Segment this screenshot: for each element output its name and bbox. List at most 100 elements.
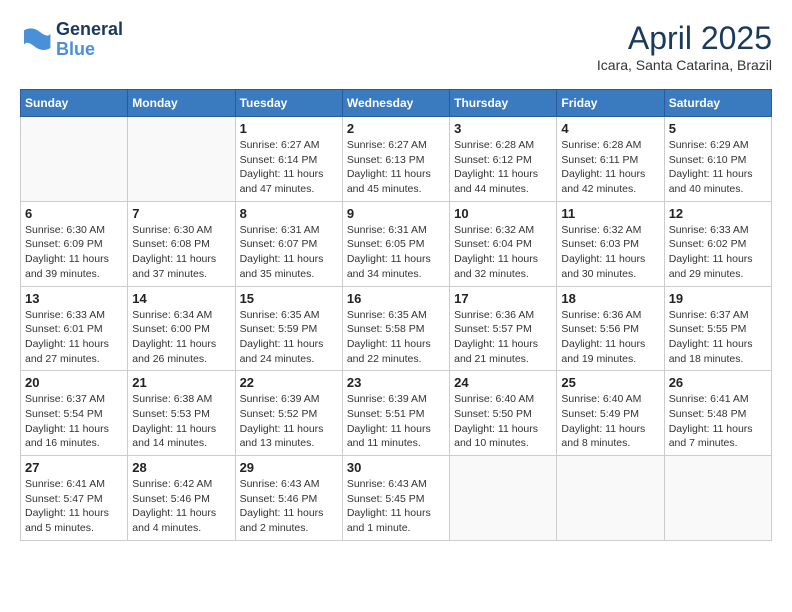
page-header: General Blue April 2025 Icara, Santa Cat… [20, 20, 772, 73]
day-info: Sunrise: 6:37 AM Sunset: 5:54 PM Dayligh… [25, 392, 123, 451]
calendar-cell: 2Sunrise: 6:27 AM Sunset: 6:13 PM Daylig… [342, 117, 449, 202]
day-number: 18 [561, 291, 659, 306]
day-info: Sunrise: 6:31 AM Sunset: 6:07 PM Dayligh… [240, 223, 338, 282]
day-info: Sunrise: 6:35 AM Sunset: 5:58 PM Dayligh… [347, 308, 445, 367]
calendar-cell: 25 Sunrise: 6:40 AM Sunset: 5:49 PM Dayli… [557, 371, 664, 456]
day-number: 23 [347, 375, 445, 390]
col-thursday: Thursday [450, 90, 557, 117]
month-title: April 2025 [597, 20, 772, 57]
col-saturday: Saturday [664, 90, 771, 117]
day-number: 21 [132, 375, 230, 390]
calendar-cell: 27 Sunrise: 6:41 AM Sunset: 5:47 PM Dayli… [21, 456, 128, 541]
day-info: Sunrise: 6:39 AM Sunset: 5:51 PM Dayligh… [347, 392, 445, 451]
calendar-cell: 29 Sunrise: 6:43 AM Sunset: 5:46 PM Dayli… [235, 456, 342, 541]
col-tuesday: Tuesday [235, 90, 342, 117]
calendar-cell: 7 Sunrise: 6:30 AM Sunset: 6:08 PM Daylig… [128, 201, 235, 286]
calendar-week-row: 1Sunrise: 6:27 AM Sunset: 6:14 PM Daylig… [21, 117, 772, 202]
calendar-cell: 24Sunrise: 6:40 AM Sunset: 5:50 PM Dayli… [450, 371, 557, 456]
day-number: 11 [561, 206, 659, 221]
calendar-week-row: 6 Sunrise: 6:30 AM Sunset: 6:09 PM Daylig… [21, 201, 772, 286]
calendar-cell: 9Sunrise: 6:31 AM Sunset: 6:05 PM Daylig… [342, 201, 449, 286]
day-number: 6 [25, 206, 123, 221]
day-number: 17 [454, 291, 552, 306]
day-info: Sunrise: 6:36 AM Sunset: 5:57 PM Dayligh… [454, 308, 552, 367]
day-info: Sunrise: 6:43 AM Sunset: 5:45 PM Dayligh… [347, 477, 445, 536]
day-info: Sunrise: 6:35 AM Sunset: 5:59 PM Dayligh… [240, 308, 338, 367]
day-info: Sunrise: 6:41 AM Sunset: 5:48 PM Dayligh… [669, 392, 767, 451]
title-area: April 2025 Icara, Santa Catarina, Brazil [597, 20, 772, 73]
day-number: 5 [669, 121, 767, 136]
calendar-header-row: Sunday Monday Tuesday Wednesday Thursday… [21, 90, 772, 117]
logo: General Blue [20, 20, 123, 60]
day-info: Sunrise: 6:34 AM Sunset: 6:00 PM Dayligh… [132, 308, 230, 367]
day-number: 22 [240, 375, 338, 390]
calendar-week-row: 20Sunrise: 6:37 AM Sunset: 5:54 PM Dayli… [21, 371, 772, 456]
logo-name-line2: Blue [56, 40, 123, 60]
day-info: Sunrise: 6:43 AM Sunset: 5:46 PM Dayligh… [240, 477, 338, 536]
col-friday: Friday [557, 90, 664, 117]
location-subtitle: Icara, Santa Catarina, Brazil [597, 57, 772, 73]
day-number: 26 [669, 375, 767, 390]
calendar-cell: 1Sunrise: 6:27 AM Sunset: 6:14 PM Daylig… [235, 117, 342, 202]
calendar-cell: 17 Sunrise: 6:36 AM Sunset: 5:57 PM Dayli… [450, 286, 557, 371]
day-number: 1 [240, 121, 338, 136]
col-sunday: Sunday [21, 90, 128, 117]
calendar-cell: 22 Sunrise: 6:39 AM Sunset: 5:52 PM Dayli… [235, 371, 342, 456]
day-number: 28 [132, 460, 230, 475]
calendar-week-row: 13 Sunrise: 6:33 AM Sunset: 6:01 PM Dayli… [21, 286, 772, 371]
calendar-cell: 10 Sunrise: 6:32 AM Sunset: 6:04 PM Dayli… [450, 201, 557, 286]
day-number: 27 [25, 460, 123, 475]
calendar-cell [21, 117, 128, 202]
calendar-cell: 12Sunrise: 6:33 AM Sunset: 6:02 PM Dayli… [664, 201, 771, 286]
day-number: 3 [454, 121, 552, 136]
day-number: 10 [454, 206, 552, 221]
calendar-cell: 26 Sunrise: 6:41 AM Sunset: 5:48 PM Dayli… [664, 371, 771, 456]
day-info: Sunrise: 6:42 AM Sunset: 5:46 PM Dayligh… [132, 477, 230, 536]
day-info: Sunrise: 6:32 AM Sunset: 6:03 PM Dayligh… [561, 223, 659, 282]
day-number: 16 [347, 291, 445, 306]
day-number: 2 [347, 121, 445, 136]
day-number: 4 [561, 121, 659, 136]
calendar-cell: 28 Sunrise: 6:42 AM Sunset: 5:46 PM Dayli… [128, 456, 235, 541]
day-number: 19 [669, 291, 767, 306]
day-info: Sunrise: 6:38 AM Sunset: 5:53 PM Dayligh… [132, 392, 230, 451]
col-wednesday: Wednesday [342, 90, 449, 117]
calendar-cell [450, 456, 557, 541]
calendar-cell: 4 Sunrise: 6:28 AM Sunset: 6:11 PM Daylig… [557, 117, 664, 202]
calendar-week-row: 27 Sunrise: 6:41 AM Sunset: 5:47 PM Dayli… [21, 456, 772, 541]
logo-name-line1: General [56, 20, 123, 40]
day-number: 14 [132, 291, 230, 306]
calendar-cell: 3Sunrise: 6:28 AM Sunset: 6:12 PM Daylig… [450, 117, 557, 202]
calendar-cell: 20Sunrise: 6:37 AM Sunset: 5:54 PM Dayli… [21, 371, 128, 456]
calendar-cell: 16 Sunrise: 6:35 AM Sunset: 5:58 PM Dayli… [342, 286, 449, 371]
calendar-cell [664, 456, 771, 541]
day-info: Sunrise: 6:33 AM Sunset: 6:02 PM Dayligh… [669, 223, 767, 282]
day-number: 15 [240, 291, 338, 306]
calendar-cell: 13 Sunrise: 6:33 AM Sunset: 6:01 PM Dayli… [21, 286, 128, 371]
day-number: 29 [240, 460, 338, 475]
calendar-cell: 18Sunrise: 6:36 AM Sunset: 5:56 PM Dayli… [557, 286, 664, 371]
calendar-table: Sunday Monday Tuesday Wednesday Thursday… [20, 89, 772, 541]
day-info: Sunrise: 6:28 AM Sunset: 6:11 PM Dayligh… [561, 138, 659, 197]
day-info: Sunrise: 6:30 AM Sunset: 6:08 PM Dayligh… [132, 223, 230, 282]
day-info: Sunrise: 6:40 AM Sunset: 5:49 PM Dayligh… [561, 392, 659, 451]
calendar-cell: 6 Sunrise: 6:30 AM Sunset: 6:09 PM Daylig… [21, 201, 128, 286]
day-info: Sunrise: 6:30 AM Sunset: 6:09 PM Dayligh… [25, 223, 123, 282]
calendar-cell: 19 Sunrise: 6:37 AM Sunset: 5:55 PM Dayli… [664, 286, 771, 371]
day-info: Sunrise: 6:37 AM Sunset: 5:55 PM Dayligh… [669, 308, 767, 367]
day-info: Sunrise: 6:29 AM Sunset: 6:10 PM Dayligh… [669, 138, 767, 197]
calendar-cell: 5 Sunrise: 6:29 AM Sunset: 6:10 PM Daylig… [664, 117, 771, 202]
day-info: Sunrise: 6:33 AM Sunset: 6:01 PM Dayligh… [25, 308, 123, 367]
calendar-cell: 11 Sunrise: 6:32 AM Sunset: 6:03 PM Dayli… [557, 201, 664, 286]
day-number: 8 [240, 206, 338, 221]
calendar-cell: 23 Sunrise: 6:39 AM Sunset: 5:51 PM Dayli… [342, 371, 449, 456]
calendar-cell: 8 Sunrise: 6:31 AM Sunset: 6:07 PM Daylig… [235, 201, 342, 286]
day-number: 30 [347, 460, 445, 475]
day-info: Sunrise: 6:32 AM Sunset: 6:04 PM Dayligh… [454, 223, 552, 282]
day-number: 25 [561, 375, 659, 390]
day-number: 13 [25, 291, 123, 306]
day-number: 7 [132, 206, 230, 221]
day-info: Sunrise: 6:39 AM Sunset: 5:52 PM Dayligh… [240, 392, 338, 451]
calendar-cell [128, 117, 235, 202]
day-info: Sunrise: 6:41 AM Sunset: 5:47 PM Dayligh… [25, 477, 123, 536]
